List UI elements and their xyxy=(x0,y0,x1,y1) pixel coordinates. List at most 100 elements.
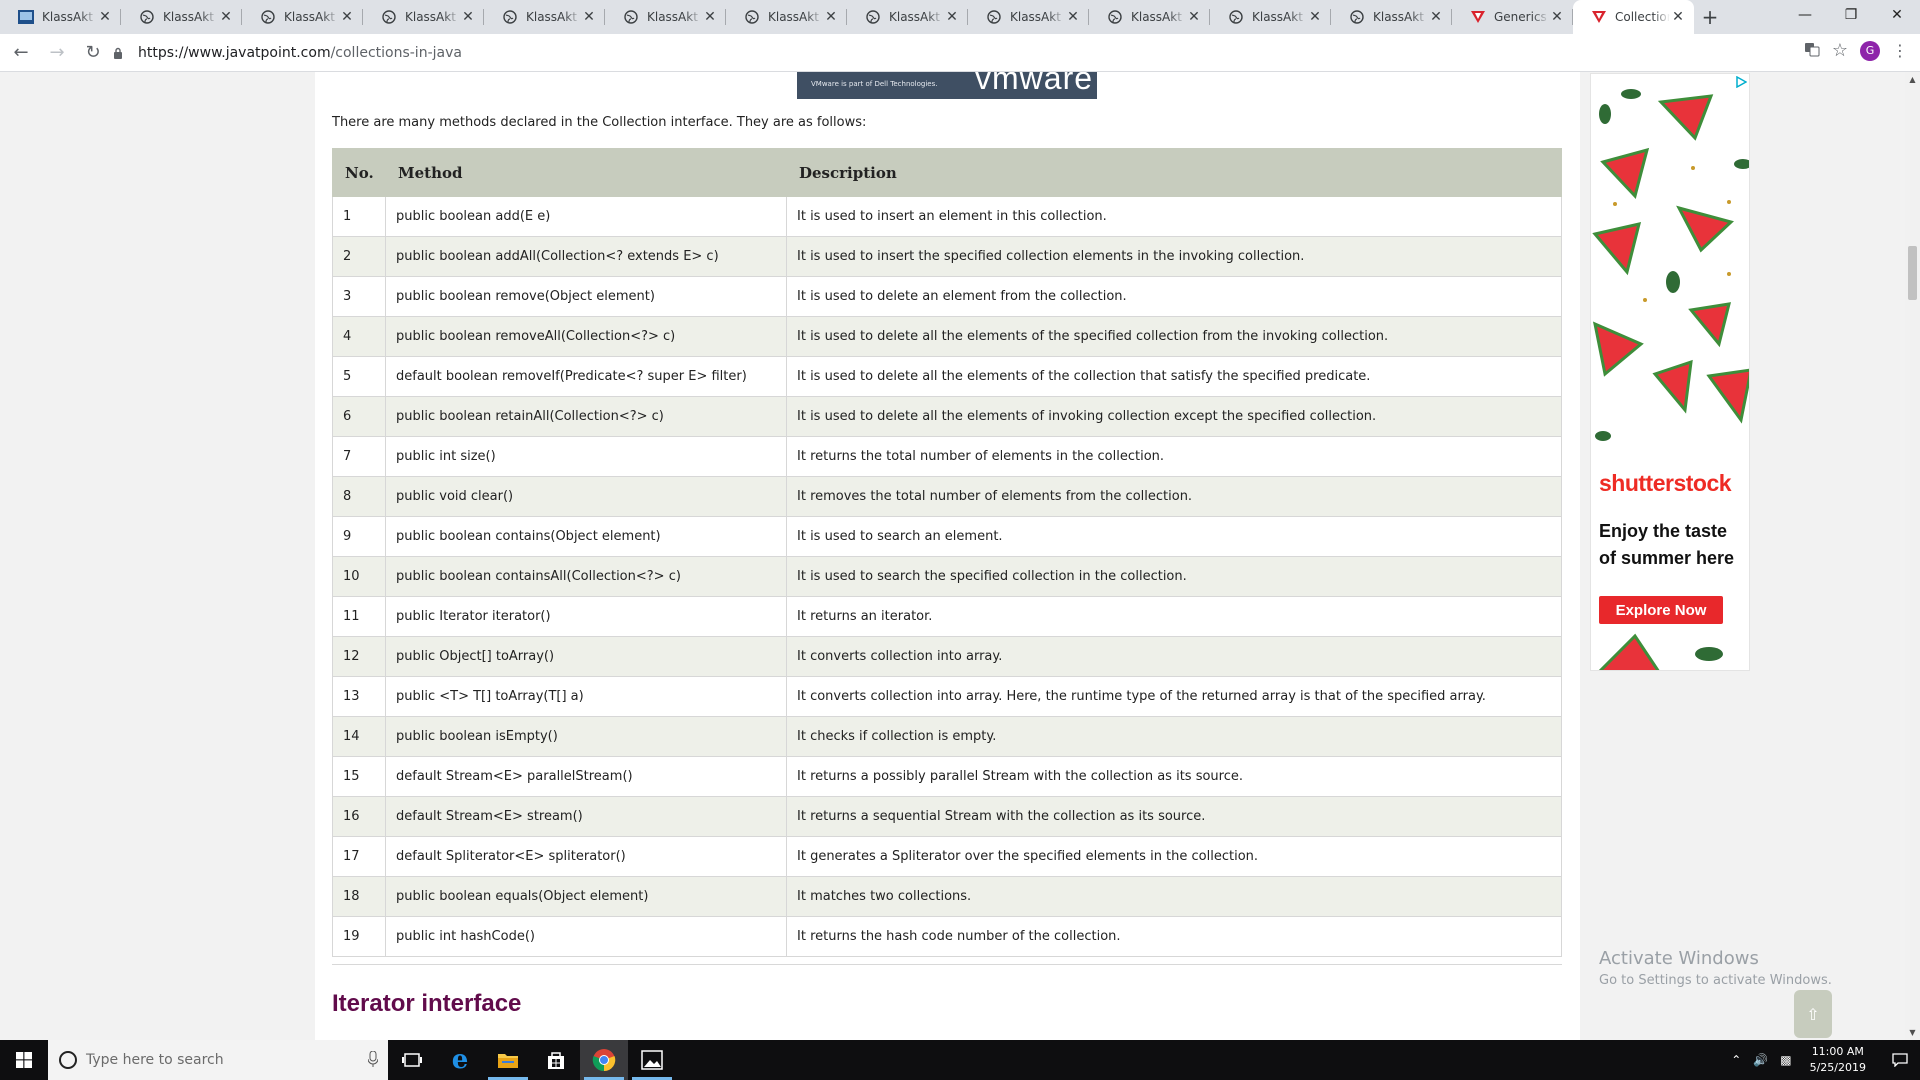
browser-tab[interactable]: KlassAkt Ui✕ xyxy=(1089,0,1210,34)
browser-tab[interactable]: KlassAkt Ui✕ xyxy=(1331,0,1452,34)
scroll-up-icon[interactable]: ▲ xyxy=(1905,72,1920,87)
table-row: 10 public boolean containsAll(Collection<… xyxy=(332,556,1562,597)
back-icon[interactable]: ← xyxy=(6,38,36,68)
store-icon[interactable] xyxy=(532,1040,580,1080)
banner-small-text: VMware is part of Dell Technologies. xyxy=(811,80,938,88)
tab-close-icon[interactable]: ✕ xyxy=(1186,9,1202,25)
address-bar[interactable]: https://www.javatpoint.com/collections-i… xyxy=(110,37,1870,69)
javatpoint-favicon-icon xyxy=(1591,9,1607,25)
tab-close-icon[interactable]: ✕ xyxy=(823,9,839,25)
ad-brand: shutterstock xyxy=(1599,470,1732,496)
scrollbar-thumb[interactable] xyxy=(1908,246,1917,300)
tab-label: KlassAkt Ui xyxy=(405,10,460,24)
cell-method: default Spliterator<E> spliterator() xyxy=(385,836,787,877)
tab-close-icon[interactable]: ✕ xyxy=(339,9,355,25)
table-row: 11 public Iterator iterator() It returns a… xyxy=(332,596,1562,637)
bookmark-star-icon[interactable]: ☆ xyxy=(1832,40,1848,61)
browser-tab[interactable]: KlassAkt Ui✕ xyxy=(1210,0,1331,34)
globe-icon xyxy=(1349,9,1365,25)
cell-description: It is used to delete all the elements of… xyxy=(786,396,1562,437)
scroll-down-icon[interactable]: ▼ xyxy=(1905,1025,1920,1040)
volume-icon[interactable]: 🔊 xyxy=(1753,1053,1768,1067)
translate-icon[interactable] xyxy=(1804,41,1820,60)
network-icon[interactable]: ▩ xyxy=(1780,1053,1791,1067)
chrome-icon[interactable] xyxy=(580,1040,628,1080)
tab-close-icon[interactable]: ✕ xyxy=(460,9,476,25)
edge-browser-icon[interactable]: e xyxy=(436,1040,484,1080)
table-row: 8 public void clear() It removes the total… xyxy=(332,476,1562,517)
tab-close-icon[interactable]: ✕ xyxy=(1428,9,1444,25)
tab-close-icon[interactable]: ✕ xyxy=(702,9,718,25)
page-scrollbar[interactable]: ▲ ▼ xyxy=(1905,72,1920,1040)
windows-start-icon[interactable] xyxy=(0,1040,48,1080)
tab-close-icon[interactable]: ✕ xyxy=(97,9,113,25)
back-to-top-button[interactable]: ⇧ xyxy=(1794,990,1832,1038)
cell-no: 18 xyxy=(332,876,386,917)
table-row: 4 public boolean removeAll(Collection<?> … xyxy=(332,316,1562,357)
intro-paragraph: There are many methods declared in the C… xyxy=(332,115,867,130)
microphone-icon[interactable] xyxy=(367,1050,379,1070)
table-row: 18 public boolean equals(Object element) I… xyxy=(332,876,1562,917)
header-method: Method xyxy=(385,148,787,197)
vmware-banner-ad[interactable]: VMware is part of Dell Technologies. vmw… xyxy=(797,72,1097,99)
tab-label: KlassAkt Ui xyxy=(889,10,944,24)
tab-label: KlassAkt Ui xyxy=(526,10,581,24)
forward-icon[interactable]: → xyxy=(42,38,72,68)
profile-avatar[interactable]: G xyxy=(1860,40,1880,61)
action-center-icon[interactable] xyxy=(1880,1040,1920,1080)
new-tab-button[interactable]: + xyxy=(1694,0,1726,34)
ad-tagline: Enjoy the taste of summer here xyxy=(1599,521,1735,568)
activate-subtitle: Go to Settings to activate Windows. xyxy=(1599,973,1832,988)
cell-description: It is used to insert an element in this … xyxy=(786,196,1562,237)
shutterstock-ad[interactable]: shutterstock Enjoy the taste of summer h… xyxy=(1590,73,1750,671)
browser-tab[interactable]: KlassAkt Ui✕ xyxy=(121,0,242,34)
tab-close-icon[interactable]: ✕ xyxy=(581,9,597,25)
globe-icon xyxy=(139,9,155,25)
file-explorer-icon[interactable] xyxy=(484,1040,532,1080)
tab-close-icon[interactable]: ✕ xyxy=(1670,9,1686,25)
table-row: 2 public boolean addAll(Collection<? exte… xyxy=(332,236,1562,277)
tab-label: KlassAkt Ui xyxy=(1252,10,1307,24)
cell-description: It removes the total number of elements … xyxy=(786,476,1562,517)
taskbar-clock[interactable]: 11:00 AM 5/25/2019 xyxy=(1810,1044,1866,1076)
cell-no: 11 xyxy=(332,596,386,637)
tab-label: KlassAkt Ui xyxy=(163,10,218,24)
cell-description: It is used to delete all the elements of… xyxy=(786,356,1562,397)
task-view-icon[interactable] xyxy=(388,1040,436,1080)
tab-close-icon[interactable]: ✕ xyxy=(1065,9,1081,25)
iterator-interface-heading: Iterator interface xyxy=(332,990,522,1017)
browser-tab[interactable]: KlassAkt Ui✕ xyxy=(726,0,847,34)
browser-tab[interactable]: Collections✕ xyxy=(1573,0,1694,34)
url-text: https://www.javatpoint.com/collections-i… xyxy=(138,45,462,61)
photos-app-icon[interactable] xyxy=(628,1040,676,1080)
browser-tab[interactable]: KlassAkt Ui✕ xyxy=(484,0,605,34)
cell-no: 19 xyxy=(332,916,386,957)
tray-chevron-icon[interactable]: ⌃ xyxy=(1731,1053,1741,1067)
browser-tab[interactable]: KlassAkt Ui✕ xyxy=(847,0,968,34)
table-row: 1 public boolean add(E e) It is used to in… xyxy=(332,196,1562,237)
cell-no: 15 xyxy=(332,756,386,797)
tab-close-icon[interactable]: ✕ xyxy=(1307,9,1323,25)
taskbar-search[interactable]: Type here to search xyxy=(48,1040,388,1080)
cell-no: 6 xyxy=(332,396,386,437)
close-window-icon[interactable]: ✕ xyxy=(1874,0,1920,30)
banner-logo-text: vmware xyxy=(975,72,1094,96)
cell-method: public boolean remove(Object element) xyxy=(385,276,787,317)
cell-no: 5 xyxy=(332,356,386,397)
browser-tab[interactable]: KlassAkt Ui✕ xyxy=(363,0,484,34)
restore-icon[interactable]: ❐ xyxy=(1828,0,1874,30)
cell-description: It returns a sequential Stream with the … xyxy=(786,796,1562,837)
browser-tab[interactable]: KlassAkt Ui✕ xyxy=(968,0,1089,34)
tab-close-icon[interactable]: ✕ xyxy=(1549,9,1565,25)
menu-dots-icon[interactable]: ⋮ xyxy=(1892,41,1908,60)
browser-tab[interactable]: KlassAkt Ui✕ xyxy=(0,0,121,34)
minimize-icon[interactable]: — xyxy=(1782,0,1828,30)
browser-tab[interactable]: KlassAkt Ui✕ xyxy=(605,0,726,34)
tab-close-icon[interactable]: ✕ xyxy=(218,9,234,25)
browser-tab[interactable]: KlassAkt Ui✕ xyxy=(242,0,363,34)
reload-icon[interactable]: ↻ xyxy=(78,38,108,68)
cell-method: default Stream<E> stream() xyxy=(385,796,787,837)
window-controls: — ❐ ✕ xyxy=(1782,0,1920,30)
tab-close-icon[interactable]: ✕ xyxy=(944,9,960,25)
browser-tab[interactable]: Generics in✕ xyxy=(1452,0,1573,34)
